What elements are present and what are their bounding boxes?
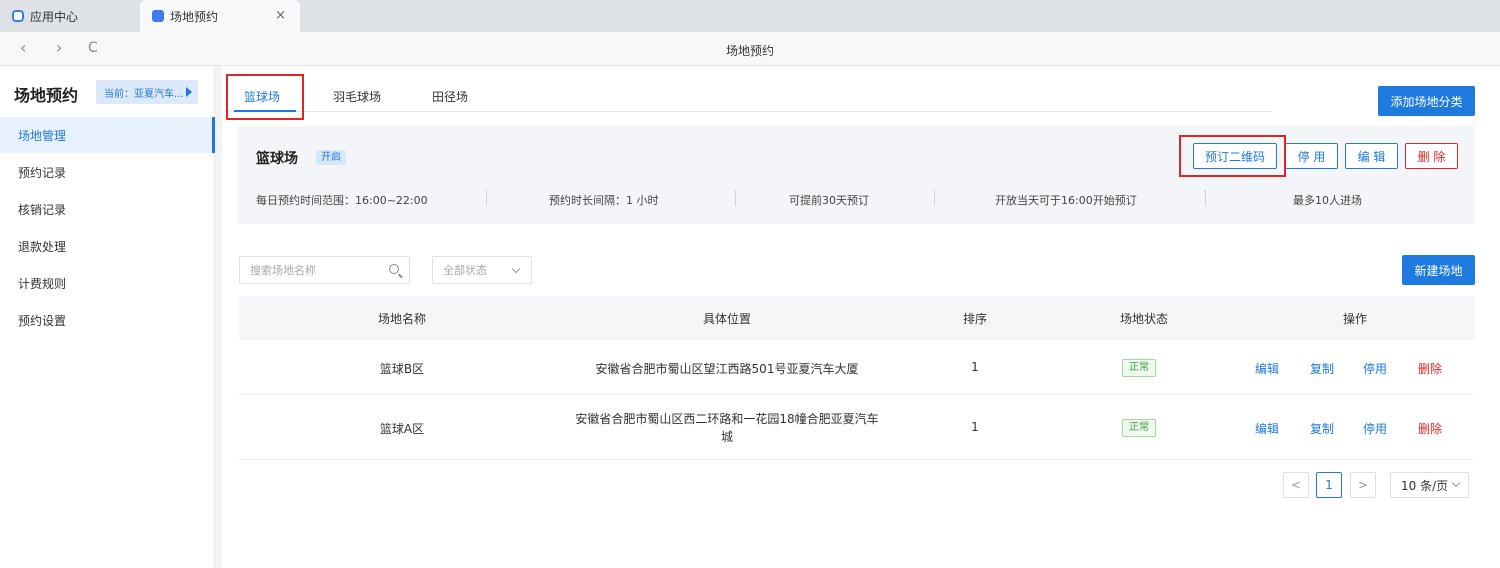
col-header-order: 排序: [962, 312, 987, 326]
info-divider: [1205, 190, 1206, 206]
col-header-status: 场地状态: [1119, 312, 1168, 326]
table-row: 篮球A区 安徽省合肥市蜀山区西二环路和一花园18幢合肥亚夏汽车 城 1 正常 编…: [239, 395, 1475, 460]
cell-order: 1: [971, 360, 979, 374]
status-badge: 正常: [1122, 359, 1156, 377]
highlight-box-tab: [226, 74, 304, 120]
col-header-name: 场地名称: [377, 312, 426, 326]
cell-location-cont: 城: [720, 430, 733, 444]
cell-order: 1: [971, 420, 979, 434]
venue-name: 篮球场: [256, 151, 298, 167]
browser-navbar: ‹ › C 场地预约: [0, 32, 1500, 66]
prev-page-button[interactable]: <: [1283, 472, 1309, 498]
col-header-actions: 操作: [1342, 312, 1367, 326]
current-org-label: 当前：亚夏汽车...: [104, 88, 184, 100]
next-page-button[interactable]: >: [1350, 472, 1376, 498]
info-open-time: 开放当天可于16:00开始预订: [995, 194, 1137, 207]
sidebar-item-booking-settings[interactable]: 预约设置: [0, 302, 215, 338]
sidebar-item-redeem-records[interactable]: 核销记录: [0, 191, 215, 227]
close-icon[interactable]: ×: [275, 8, 286, 23]
page-size-value: 10 条/页: [1401, 478, 1449, 493]
cell-location: 安徽省合肥市蜀山区望江西路501号亚夏汽车大厦: [595, 362, 859, 376]
page-title: 场地预约: [725, 44, 774, 58]
edit-button[interactable]: 编 辑: [1345, 143, 1398, 169]
add-category-button[interactable]: 添加场地分类: [1378, 86, 1475, 116]
search-icon[interactable]: [389, 264, 399, 274]
cell-name: 篮球A区: [379, 422, 425, 436]
row-delete-link[interactable]: 删除: [1418, 420, 1442, 437]
row-disable-link[interactable]: 停用: [1363, 360, 1387, 377]
info-advance-days: 可提前30天预订: [789, 194, 869, 207]
sidebar-item-venue-management[interactable]: 场地管理: [0, 117, 215, 153]
info-interval: 预约时长间隔：1 小时: [549, 194, 659, 207]
row-copy-link[interactable]: 复制: [1310, 360, 1334, 377]
sidebar-item-refund[interactable]: 退款处理: [0, 228, 215, 264]
highlight-box-qr: [1179, 135, 1286, 177]
app-icon: [152, 10, 164, 22]
row-edit-link[interactable]: 编辑: [1255, 420, 1279, 437]
browser-tab-label: 场地预约: [170, 9, 219, 24]
status-filter-value: 全部状态: [443, 264, 487, 277]
caret-right-icon: [186, 87, 192, 97]
row-edit-link[interactable]: 编辑: [1255, 360, 1279, 377]
browser-tab-label: 应用中心: [30, 9, 79, 24]
new-venue-button[interactable]: 新建场地: [1402, 255, 1475, 285]
row-delete-link[interactable]: 删除: [1418, 360, 1442, 377]
search-input[interactable]: 搜索场地名称: [239, 256, 410, 284]
info-divider: [934, 190, 935, 206]
status-badge: 正常: [1122, 419, 1156, 437]
search-placeholder: 搜索场地名称: [250, 264, 316, 277]
info-divider: [735, 190, 736, 206]
info-divider: [486, 190, 487, 206]
cell-location: 安徽省合肥市蜀山区西二环路和一花园18幢合肥亚夏汽车: [575, 412, 879, 426]
tab-badminton[interactable]: 羽毛球场: [333, 88, 381, 105]
table-row: 篮球B区 安徽省合肥市蜀山区望江西路501号亚夏汽车大厦 1 正常 编辑 复制 …: [239, 340, 1475, 395]
page-1-button[interactable]: 1: [1316, 472, 1342, 498]
status-badge: 开启: [316, 150, 346, 165]
delete-button[interactable]: 删 除: [1405, 143, 1458, 169]
sidebar-item-booking-records[interactable]: 预约记录: [0, 154, 215, 190]
sidebar-item-billing-rules[interactable]: 计费规则: [0, 265, 215, 301]
row-disable-link[interactable]: 停用: [1363, 420, 1387, 437]
info-max-people: 最多10人进场: [1293, 194, 1362, 207]
sidebar: 场地预约 当前：亚夏汽车... 场地管理 预约记录 核销记录 退款处理 计费规则…: [0, 66, 215, 568]
current-org-badge[interactable]: 当前：亚夏汽车...: [96, 80, 198, 104]
browser-tabbar: 应用中心 场地预约 ×: [0, 0, 1500, 32]
disable-button[interactable]: 停 用: [1285, 143, 1338, 169]
status-filter-select[interactable]: 全部状态: [432, 256, 532, 284]
col-header-location: 具体位置: [702, 312, 751, 326]
tab-divider: [228, 111, 1272, 112]
app-center-icon: [12, 10, 24, 22]
row-copy-link[interactable]: 复制: [1310, 420, 1334, 437]
chevron-down-icon: [511, 264, 521, 274]
tab-track-field[interactable]: 田径场: [432, 88, 468, 105]
chevron-down-icon: [1451, 478, 1461, 488]
browser-tab-app-center[interactable]: 应用中心: [0, 0, 140, 32]
table-header: 场地名称 具体位置 排序 场地状态 操作: [239, 296, 1475, 340]
info-time-range: 每日预约时间范围：16:00~22:00: [256, 194, 428, 207]
browser-tab-venue-booking[interactable]: 场地预约 ×: [140, 0, 300, 32]
venue-info-panel: 篮球场 开启 预订二维码 停 用 编 辑 删 除 每日预约时间范围：16:00~…: [238, 126, 1474, 224]
cell-name: 篮球B区: [379, 362, 425, 376]
main-panel: 篮球场 羽毛球场 田径场 添加场地分类 篮球场 开启 预订二维码 停 用 编 辑…: [222, 66, 1500, 568]
sidebar-title: 场地预约: [14, 86, 79, 105]
page-size-select[interactable]: 10 条/页: [1390, 472, 1469, 498]
